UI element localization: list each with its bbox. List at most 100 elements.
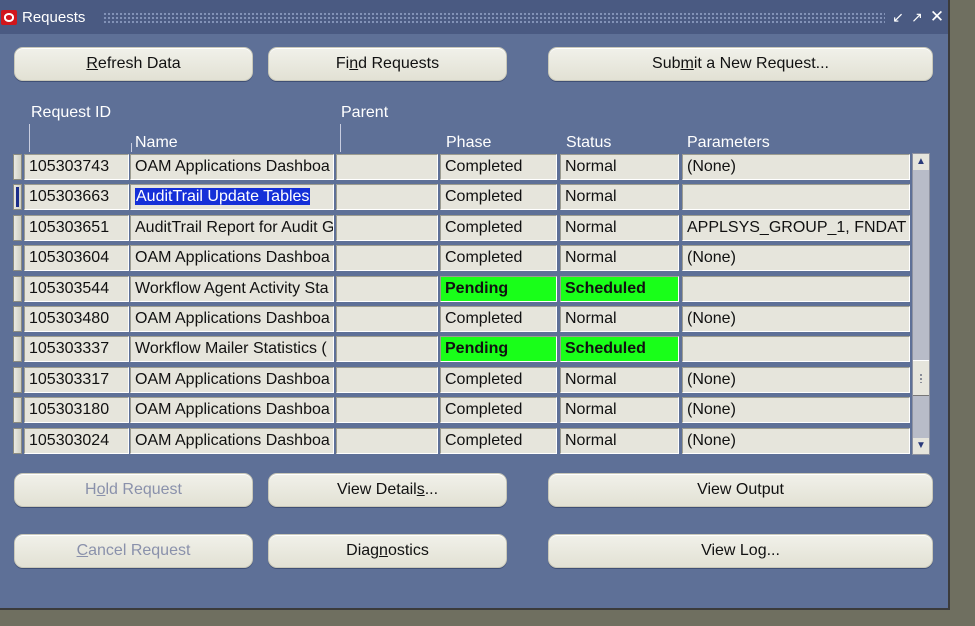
cell-phase[interactable]: Completed bbox=[440, 154, 557, 180]
cell-text: Completed bbox=[445, 401, 523, 418]
cell-request-id[interactable]: 105303480 bbox=[24, 306, 129, 332]
row-selector[interactable] bbox=[13, 306, 22, 332]
cell-parameters[interactable]: (None) bbox=[682, 367, 910, 393]
maximize-icon[interactable]: ↗ bbox=[909, 9, 925, 25]
cell-request-id[interactable]: 105303024 bbox=[24, 428, 129, 454]
cell-parameters[interactable]: (None) bbox=[682, 245, 910, 271]
cell-parent[interactable] bbox=[336, 215, 438, 241]
cell-status[interactable]: Normal bbox=[560, 397, 679, 423]
table-scrollbar[interactable]: ▲ ▼ bbox=[912, 153, 930, 455]
cell-parent[interactable] bbox=[336, 428, 438, 454]
cell-name[interactable]: OAM Applications Dashboa bbox=[130, 245, 334, 271]
cell-status[interactable]: Normal bbox=[560, 154, 679, 180]
cell-text: 105303651 bbox=[29, 219, 110, 236]
cell-phase[interactable]: Pending bbox=[440, 336, 557, 362]
cell-request-id[interactable]: 105303337 bbox=[24, 336, 129, 362]
cancel-request-button[interactable]: Cancel Request bbox=[14, 534, 253, 568]
cell-request-id[interactable]: 105303651 bbox=[24, 215, 129, 241]
scroll-down-icon[interactable]: ▼ bbox=[913, 438, 929, 454]
hold-request-button[interactable]: Ho ld Request bbox=[14, 473, 253, 507]
submit-new-request-button[interactable]: Sub m it a New Request... bbox=[548, 47, 933, 81]
cell-parameters[interactable] bbox=[682, 276, 910, 302]
cell-status[interactable]: Normal bbox=[560, 184, 679, 210]
cell-parameters[interactable]: (None) bbox=[682, 428, 910, 454]
cell-phase[interactable]: Completed bbox=[440, 215, 557, 241]
row-selector[interactable] bbox=[13, 184, 22, 210]
cell-phase[interactable]: Completed bbox=[440, 184, 557, 210]
cell-text: 105303544 bbox=[29, 280, 110, 297]
cell-parent[interactable] bbox=[336, 184, 438, 210]
cell-name[interactable]: Workflow Agent Activity Sta bbox=[130, 276, 334, 302]
row-selector[interactable] bbox=[13, 397, 22, 423]
cell-name[interactable]: OAM Applications Dashboa bbox=[130, 306, 334, 332]
minimize-icon[interactable]: ↙ bbox=[890, 9, 906, 25]
cell-name[interactable]: OAM Applications Dashboa bbox=[130, 154, 334, 180]
row-selector[interactable] bbox=[13, 276, 22, 302]
cell-phase[interactable]: Completed bbox=[440, 245, 557, 271]
view-output-button[interactable]: View Output bbox=[548, 473, 933, 507]
row-selector[interactable] bbox=[13, 154, 22, 180]
view-details-button[interactable]: View Detail s... bbox=[268, 473, 507, 507]
diagnostics-button[interactable]: Diag n ostics bbox=[268, 534, 507, 568]
cell-request-id[interactable]: 105303544 bbox=[24, 276, 129, 302]
cell-text: Normal bbox=[565, 401, 617, 418]
cell-status[interactable]: Scheduled bbox=[560, 276, 679, 302]
cell-phase[interactable]: Completed bbox=[440, 367, 557, 393]
header-divider bbox=[131, 143, 132, 152]
title-bar[interactable]: Requests ↙ ↗ ✕ bbox=[0, 0, 948, 34]
cell-text: Normal bbox=[565, 158, 617, 175]
row-selector[interactable] bbox=[13, 428, 22, 454]
cell-request-id[interactable]: 105303604 bbox=[24, 245, 129, 271]
row-selector[interactable] bbox=[13, 245, 22, 271]
cell-parent[interactable] bbox=[336, 367, 438, 393]
close-icon[interactable]: ✕ bbox=[929, 8, 945, 25]
row-selector[interactable] bbox=[13, 336, 22, 362]
row-selector[interactable] bbox=[13, 215, 22, 241]
row-selector[interactable] bbox=[13, 367, 22, 393]
cell-name[interactable]: AuditTrail Update Tables bbox=[130, 184, 334, 210]
cell-phase[interactable]: Completed bbox=[440, 306, 557, 332]
view-log-button[interactable]: View Log... bbox=[548, 534, 933, 568]
cell-request-id[interactable]: 105303663 bbox=[24, 184, 129, 210]
btn-label: View Output bbox=[697, 481, 784, 498]
cell-status[interactable]: Scheduled bbox=[560, 336, 679, 362]
cell-name[interactable]: OAM Applications Dashboa bbox=[130, 397, 334, 423]
cell-parent[interactable] bbox=[336, 306, 438, 332]
cell-name[interactable]: OAM Applications Dashboa bbox=[130, 367, 334, 393]
cell-parameters[interactable]: APPLSYS_GROUP_1, FNDAT bbox=[682, 215, 910, 241]
cell-status[interactable]: Normal bbox=[560, 245, 679, 271]
cell-parameters[interactable]: (None) bbox=[682, 397, 910, 423]
cell-status[interactable]: Normal bbox=[560, 428, 679, 454]
requests-window: Requests ↙ ↗ ✕ Refresh Data Fi n d Request… bbox=[0, 0, 950, 610]
cell-parent[interactable] bbox=[336, 245, 438, 271]
cell-phase[interactable]: Completed bbox=[440, 397, 557, 423]
cell-phase[interactable]: Completed bbox=[440, 428, 557, 454]
btn-label-post: ancel Request bbox=[88, 542, 191, 559]
cell-request-id[interactable]: 105303317 bbox=[24, 367, 129, 393]
cell-name[interactable]: AuditTrail Report for Audit G bbox=[130, 215, 334, 241]
cell-name[interactable]: OAM Applications Dashboa bbox=[130, 428, 334, 454]
window-title: Requests bbox=[22, 9, 86, 26]
cell-parent[interactable] bbox=[336, 276, 438, 302]
btn-label-post: it a New Request... bbox=[693, 55, 829, 72]
cell-parameters[interactable]: (None) bbox=[682, 306, 910, 332]
scroll-thumb[interactable] bbox=[913, 360, 929, 396]
cell-parent[interactable] bbox=[336, 336, 438, 362]
cell-parent[interactable] bbox=[336, 154, 438, 180]
cell-request-id[interactable]: 105303743 bbox=[24, 154, 129, 180]
cell-request-id[interactable]: 105303180 bbox=[24, 397, 129, 423]
cell-text: Completed bbox=[445, 371, 523, 388]
scroll-up-icon[interactable]: ▲ bbox=[913, 154, 929, 170]
cell-phase[interactable]: Pending bbox=[440, 276, 557, 302]
find-requests-button[interactable]: Fi n d Requests bbox=[268, 47, 507, 81]
cell-name[interactable]: Workflow Mailer Statistics ( bbox=[130, 336, 334, 362]
cell-parent[interactable] bbox=[336, 397, 438, 423]
cell-status[interactable]: Normal bbox=[560, 215, 679, 241]
cell-parameters[interactable]: (None) bbox=[682, 154, 910, 180]
cell-status[interactable]: Normal bbox=[560, 367, 679, 393]
cell-parameters[interactable] bbox=[682, 184, 910, 210]
refresh-data-button[interactable]: Refresh Data bbox=[14, 47, 253, 81]
cell-status[interactable]: Normal bbox=[560, 306, 679, 332]
cell-text: (None) bbox=[687, 432, 736, 449]
cell-parameters[interactable] bbox=[682, 336, 910, 362]
